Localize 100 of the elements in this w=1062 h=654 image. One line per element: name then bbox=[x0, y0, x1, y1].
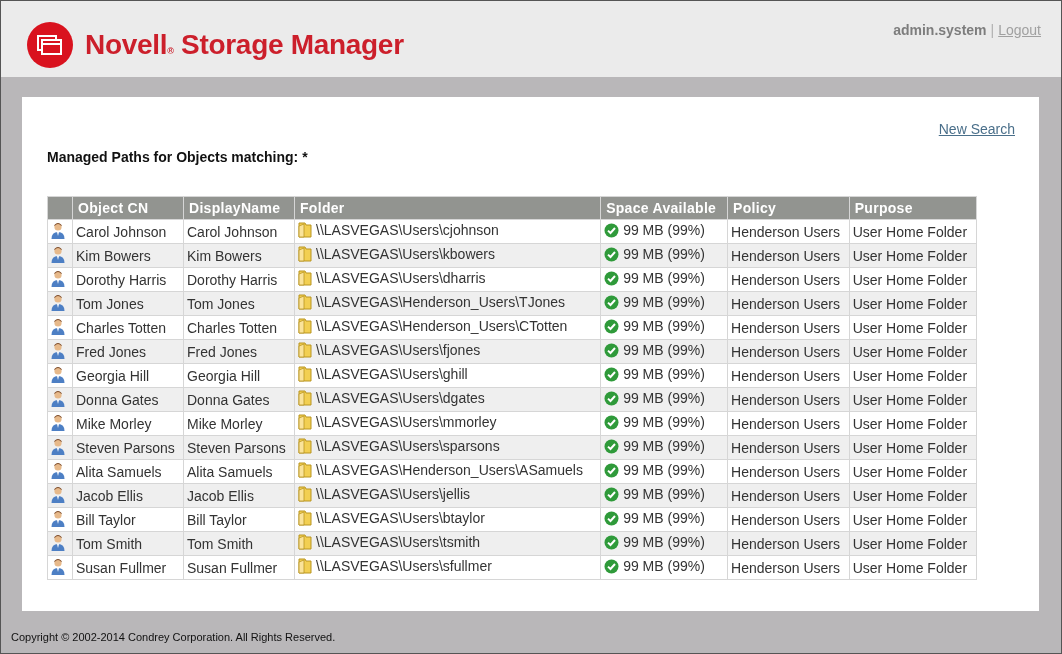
space-available: 99 MB (99%) bbox=[623, 294, 705, 311]
table-cell: Donna Gates bbox=[183, 387, 295, 412]
table-cell: User Home Folder bbox=[849, 531, 977, 556]
table-cell: Henderson Users bbox=[727, 531, 850, 556]
table-cell: Henderson Users bbox=[727, 507, 850, 532]
check-icon bbox=[604, 534, 620, 550]
user-icon bbox=[51, 293, 65, 311]
check-icon bbox=[604, 462, 620, 478]
table-cell: Alita Samuels bbox=[183, 459, 295, 484]
folder-path: \\LASVEGAS\Users\kbowers bbox=[316, 246, 495, 262]
table-cell: Mike Morley bbox=[183, 411, 295, 436]
table-cell: Fred Jones bbox=[183, 339, 295, 364]
folder-path: \\LASVEGAS\Users\sparsons bbox=[316, 438, 500, 454]
folder-path: \\LASVEGAS\Users\tsmith bbox=[316, 534, 481, 550]
table-cell: User Home Folder bbox=[849, 267, 977, 292]
folder-path: \\LASVEGAS\Henderson_Users\CTotten bbox=[316, 318, 568, 334]
space-available: 99 MB (99%) bbox=[623, 222, 705, 239]
table-cell: User Home Folder bbox=[849, 387, 977, 412]
space-available: 99 MB (99%) bbox=[623, 366, 705, 383]
table-cell: Tom Jones bbox=[72, 291, 184, 316]
table-cell: Tom Smith bbox=[72, 531, 184, 556]
results-heading: Managed Paths for Objects matching: * bbox=[47, 149, 309, 165]
table-cell: Bill Taylor bbox=[72, 507, 184, 532]
table-cell: User Home Folder bbox=[849, 315, 977, 340]
folder-path: \\LASVEGAS\Users\mmorley bbox=[316, 414, 497, 430]
folder-path: \\LASVEGAS\Users\sfullmer bbox=[316, 558, 492, 574]
separator: | bbox=[990, 22, 995, 38]
check-icon bbox=[604, 270, 620, 286]
folder-icon bbox=[298, 486, 312, 502]
table-cell: Henderson Users bbox=[727, 339, 850, 364]
table-cell: Henderson Users bbox=[727, 291, 850, 316]
user-icon bbox=[51, 485, 65, 503]
column-header: Policy bbox=[727, 196, 850, 220]
table-cell: Henderson Users bbox=[727, 435, 850, 460]
folder-path: \\LASVEGAS\Henderson_Users\TJones bbox=[316, 294, 565, 310]
table-cell: Carol Johnson bbox=[72, 219, 184, 244]
column-header: Space Available bbox=[600, 196, 728, 220]
column-header: Folder bbox=[294, 196, 601, 220]
user-icon bbox=[51, 533, 65, 551]
column-header: Object CN bbox=[72, 196, 184, 220]
table-cell: User Home Folder bbox=[849, 555, 977, 580]
folder-path: \\LASVEGAS\Users\dgates bbox=[316, 390, 485, 406]
user-icon bbox=[51, 245, 65, 263]
user-icon bbox=[51, 341, 65, 359]
table-cell: Tom Smith bbox=[183, 531, 295, 556]
folder-icon bbox=[298, 462, 312, 478]
table-cell: Henderson Users bbox=[727, 219, 850, 244]
space-available: 99 MB (99%) bbox=[623, 510, 705, 527]
folder-icon bbox=[298, 510, 312, 526]
folder-path: \\LASVEGAS\Users\fjones bbox=[316, 342, 481, 358]
space-available: 99 MB (99%) bbox=[623, 318, 705, 335]
check-icon bbox=[604, 438, 620, 454]
folder-icon bbox=[298, 318, 312, 334]
folder-icon bbox=[298, 390, 312, 406]
folder-icon bbox=[298, 342, 312, 358]
table-cell: Bill Taylor bbox=[183, 507, 295, 532]
table-cell: Carol Johnson bbox=[183, 219, 295, 244]
folder-logo-icon bbox=[27, 22, 73, 68]
table-cell: Tom Jones bbox=[183, 291, 295, 316]
table-cell: User Home Folder bbox=[849, 411, 977, 436]
check-icon bbox=[604, 342, 620, 358]
table-cell: Kim Bowers bbox=[183, 243, 295, 268]
space-available: 99 MB (99%) bbox=[623, 246, 705, 263]
table-cell: Alita Samuels bbox=[72, 459, 184, 484]
table-cell: User Home Folder bbox=[849, 291, 977, 316]
user-icon bbox=[51, 389, 65, 407]
table-cell: User Home Folder bbox=[849, 339, 977, 364]
folder-icon bbox=[298, 222, 312, 238]
table-cell: Susan Fullmer bbox=[183, 555, 295, 580]
table-cell: Jacob Ellis bbox=[183, 483, 295, 508]
space-available: 99 MB (99%) bbox=[623, 390, 705, 407]
table-cell: Fred Jones bbox=[72, 339, 184, 364]
table-cell: Henderson Users bbox=[727, 267, 850, 292]
folder-path: \\LASVEGAS\Henderson_Users\ASamuels bbox=[316, 462, 583, 478]
table-cell: Henderson Users bbox=[727, 387, 850, 412]
check-icon bbox=[604, 558, 620, 574]
table-cell: Donna Gates bbox=[72, 387, 184, 412]
table-cell: User Home Folder bbox=[849, 363, 977, 388]
check-icon bbox=[604, 294, 620, 310]
folder-path: \\LASVEGAS\Users\jellis bbox=[316, 486, 471, 502]
user-icon bbox=[51, 437, 65, 455]
new-search-link[interactable]: New Search bbox=[938, 121, 1015, 137]
column-header: DisplayName bbox=[183, 196, 295, 220]
check-icon bbox=[604, 318, 620, 334]
folder-path: \\LASVEGAS\Users\cjohnson bbox=[316, 222, 499, 238]
space-available: 99 MB (99%) bbox=[623, 534, 705, 551]
folder-path: \\LASVEGAS\Users\btaylor bbox=[316, 510, 485, 526]
table-cell: Dorothy Harris bbox=[183, 267, 295, 292]
table-cell: Henderson Users bbox=[727, 315, 850, 340]
check-icon bbox=[604, 390, 620, 406]
check-icon bbox=[604, 222, 620, 238]
table-cell: Henderson Users bbox=[727, 243, 850, 268]
table-cell: Susan Fullmer bbox=[72, 555, 184, 580]
table-cell: Henderson Users bbox=[727, 363, 850, 388]
folder-path: \\LASVEGAS\Users\ghill bbox=[316, 366, 468, 382]
column-header: Purpose bbox=[849, 196, 977, 220]
check-icon bbox=[604, 366, 620, 382]
table-cell: Kim Bowers bbox=[72, 243, 184, 268]
table-cell: Charles Totten bbox=[183, 315, 295, 340]
folder-icon bbox=[298, 246, 312, 262]
